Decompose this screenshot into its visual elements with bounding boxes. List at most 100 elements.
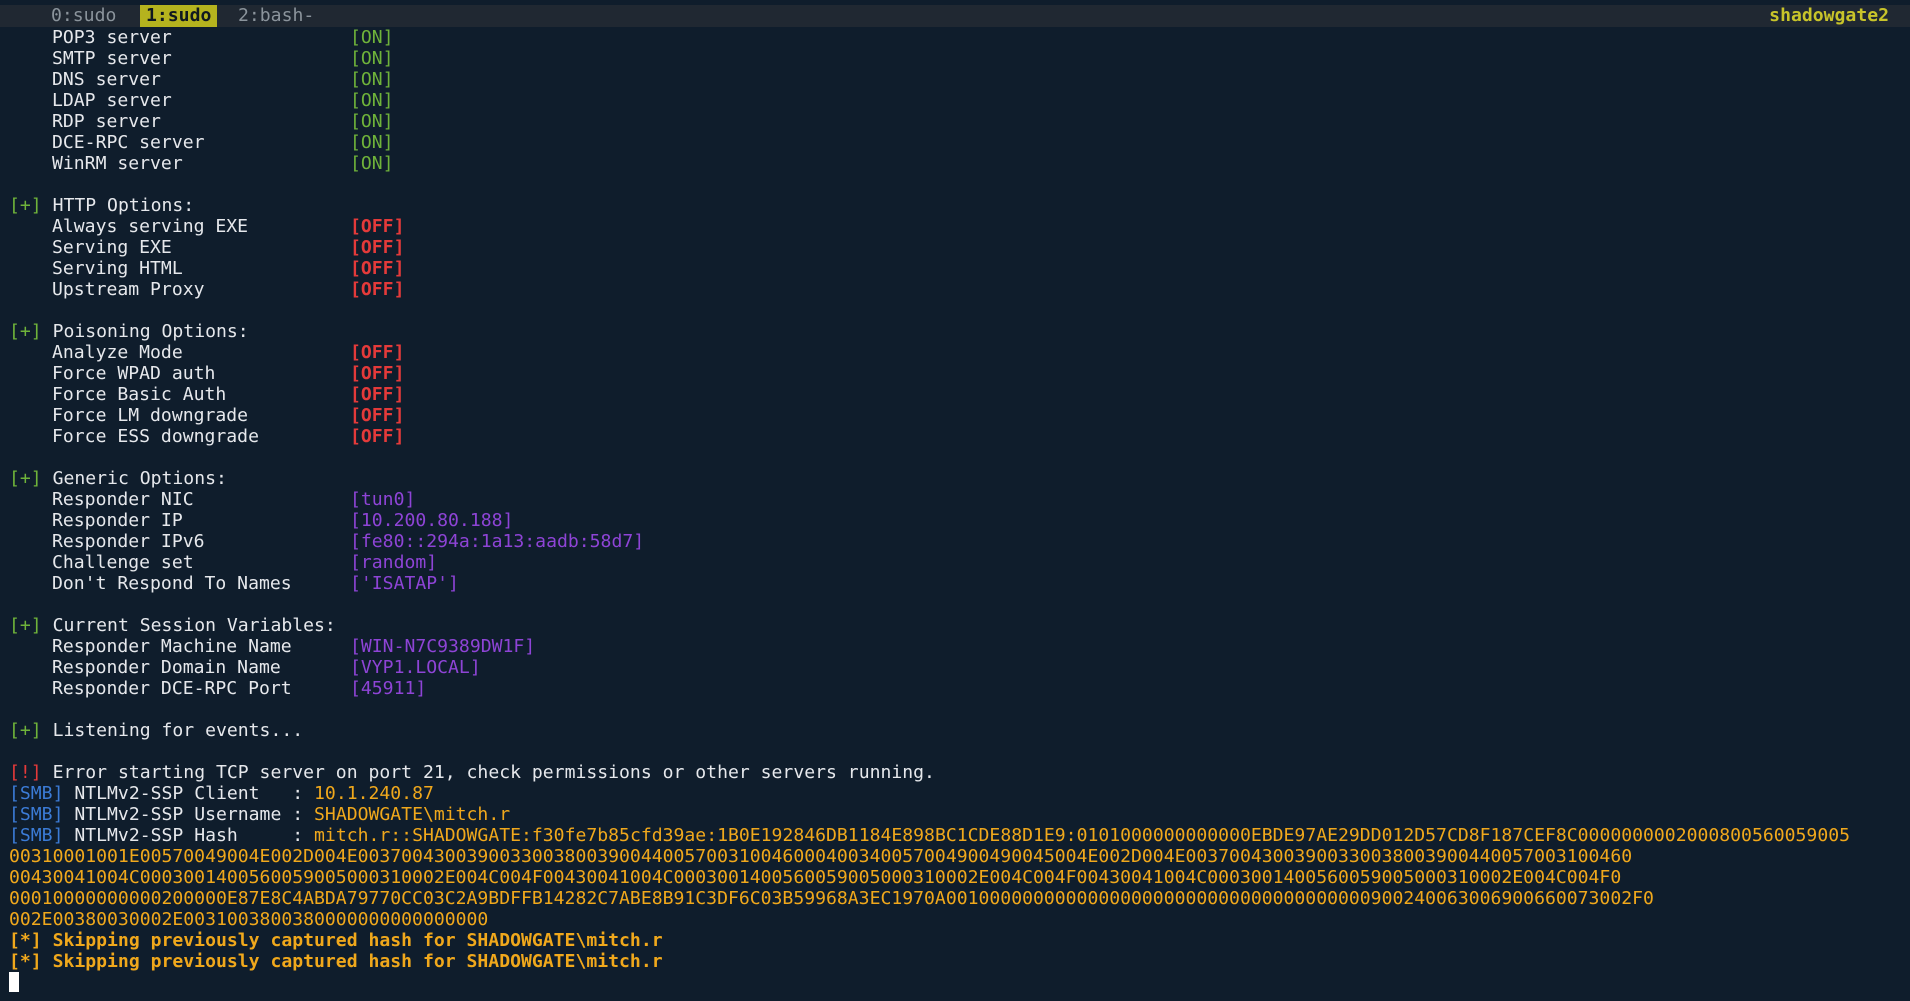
option-name: Analyze Mode (52, 342, 183, 363)
option-name: Responder DCE-RPC Port (52, 678, 292, 699)
option-value: [45911] (350, 678, 427, 699)
listening-text: Listening for events... (41, 720, 304, 741)
option-row: Responder DCE-RPC Port [45911] (9, 678, 1909, 699)
option-state: [OFF] (350, 279, 405, 300)
option-row: Responder Machine Name [WIN-N7C9389DW1F] (9, 636, 1909, 657)
server-state: [ON] (350, 90, 394, 111)
option-row: Don't Respond To Names ['ISATAP'] (9, 573, 1909, 594)
option-value: [fe80::294a:1a13:aadb:58d7] (350, 531, 645, 552)
server-state: [ON] (350, 48, 394, 69)
option-row: Force Basic Auth [OFF] (9, 384, 1909, 405)
smb-username-line: [SMB] NTLMv2-SSP Username : SHADOWGATE\m… (9, 804, 1909, 825)
option-state: [OFF] (350, 384, 405, 405)
smb-hash-value[interactable]: 002E00380030002E003100380038000000000000… (9, 909, 488, 930)
server-name: LDAP server (52, 90, 172, 111)
server-row: DNS server [ON] (9, 69, 1909, 90)
section-heading-poisoning: [+] Poisoning Options: (9, 321, 1909, 342)
server-name: WinRM server (52, 153, 183, 174)
info-prefix: [+] (9, 321, 42, 342)
smb-username-label: NTLMv2-SSP Username : (63, 804, 315, 825)
smb-client-line: [SMB] NTLMv2-SSP Client : 10.1.240.87 (9, 783, 1909, 804)
tmux-window-2[interactable]: 2:bash- (238, 5, 314, 27)
server-state: [ON] (350, 153, 394, 174)
option-name: Serving EXE (52, 237, 172, 258)
option-row: Analyze Mode [OFF] (9, 342, 1909, 363)
smb-hash-value[interactable]: 00430041004C0003001400560059005000310002… (9, 867, 1621, 888)
option-state: [OFF] (350, 342, 405, 363)
terminal-window[interactable]: 0:sudo 1:sudo 2:bash- shadowgate2 POP3 s… (0, 0, 1910, 1001)
option-state: [OFF] (350, 363, 405, 384)
option-name: Responder Machine Name (52, 636, 292, 657)
option-state: [OFF] (350, 405, 405, 426)
server-row: WinRM server [ON] (9, 153, 1909, 174)
smb-hash-continuation: 00310001001E00570049004E002D004E00370043… (9, 846, 1909, 867)
error-prefix: [!] (9, 762, 42, 783)
info-prefix: [+] (9, 720, 42, 741)
server-row: SMTP server [ON] (9, 48, 1909, 69)
option-row: Responder IPv6 [fe80::294a:1a13:aadb:58d7… (9, 531, 1909, 552)
server-state: [ON] (350, 27, 394, 48)
smb-hash-continuation: 00010000000000200000E87E8C4ABDA79770CC03… (9, 888, 1909, 909)
server-row: POP3 server [ON] (9, 27, 1909, 48)
option-value: [random] (350, 552, 438, 573)
smb-client-label: NTLMv2-SSP Client : (63, 783, 315, 804)
smb-hash-value[interactable]: mitch.r::SHADOWGATE:f30fe7b85cfd39ae:1B0… (314, 825, 1850, 846)
server-name: DCE-RPC server (52, 132, 205, 153)
option-row: Serving HTML [OFF] (9, 258, 1909, 279)
skip-text: [*] Skipping previously captured hash fo… (9, 951, 663, 972)
section-heading-text: Generic Options: (41, 468, 227, 489)
option-row: Force ESS downgrade [OFF] (9, 426, 1909, 447)
smb-client-value: 10.1.240.87 (314, 783, 434, 804)
option-state: [OFF] (350, 216, 405, 237)
option-name: Responder IP (52, 510, 183, 531)
option-value: [10.200.80.188] (350, 510, 514, 531)
smb-tag: [SMB] (9, 783, 64, 804)
option-name: Force Basic Auth (52, 384, 227, 405)
tmux-status-bar: 0:sudo 1:sudo 2:bash- shadowgate2 (0, 5, 1910, 27)
smb-hash-value[interactable]: 00010000000000200000E87E8C4ABDA79770CC03… (9, 888, 1654, 909)
smb-hash-continuation: 002E00380030002E003100380038000000000000… (9, 909, 1909, 930)
option-state: [OFF] (350, 237, 405, 258)
option-value: [WIN-N7C9389DW1F] (350, 636, 536, 657)
tmux-window-1-active[interactable]: 1:sudo (140, 5, 218, 27)
skip-line: [*] Skipping previously captured hash fo… (9, 951, 1909, 972)
option-name: Responder NIC (52, 489, 194, 510)
server-state: [ON] (350, 111, 394, 132)
listening-line: [+] Listening for events... (9, 720, 1909, 741)
server-state: [ON] (350, 132, 394, 153)
error-text: Error starting TCP server on port 21, ch… (41, 762, 935, 783)
tmux-window-0[interactable]: 0:sudo (51, 5, 116, 27)
error-line: [!] Error starting TCP server on port 21… (9, 762, 1909, 783)
option-name: Always serving EXE (52, 216, 249, 237)
smb-hash-label: NTLMv2-SSP Hash : (63, 825, 315, 846)
smb-hash-value[interactable]: 00310001001E00570049004E002D004E00370043… (9, 846, 1632, 867)
skip-text: [*] Skipping previously captured hash fo… (9, 930, 663, 951)
option-name: Force ESS downgrade (52, 426, 259, 447)
option-row: Responder Domain Name [VYP1.LOCAL] (9, 657, 1909, 678)
smb-hash-line: [SMB] NTLMv2-SSP Hash : mitch.r::SHADOWG… (9, 825, 1909, 846)
option-row: Challenge set [random] (9, 552, 1909, 573)
option-name: Serving HTML (52, 258, 183, 279)
option-row: Force LM downgrade [OFF] (9, 405, 1909, 426)
smb-hash-continuation: 00430041004C0003001400560059005000310002… (9, 867, 1909, 888)
option-name: Responder IPv6 (52, 531, 205, 552)
option-value: [VYP1.LOCAL] (350, 657, 481, 678)
smb-tag: [SMB] (9, 804, 64, 825)
tmux-hostname: shadowgate2 (1769, 5, 1889, 26)
server-name: RDP server (52, 111, 161, 132)
info-prefix: [+] (9, 615, 42, 636)
option-row: Serving EXE [OFF] (9, 237, 1909, 258)
prompt-line[interactable] (9, 972, 1909, 993)
server-row: DCE-RPC server [ON] (9, 132, 1909, 153)
text-cursor (9, 972, 19, 992)
option-name: Force WPAD auth (52, 363, 216, 384)
server-name: DNS server (52, 69, 161, 90)
option-state: [OFF] (350, 426, 405, 447)
server-row: LDAP server [ON] (9, 90, 1909, 111)
option-state: [OFF] (350, 258, 405, 279)
